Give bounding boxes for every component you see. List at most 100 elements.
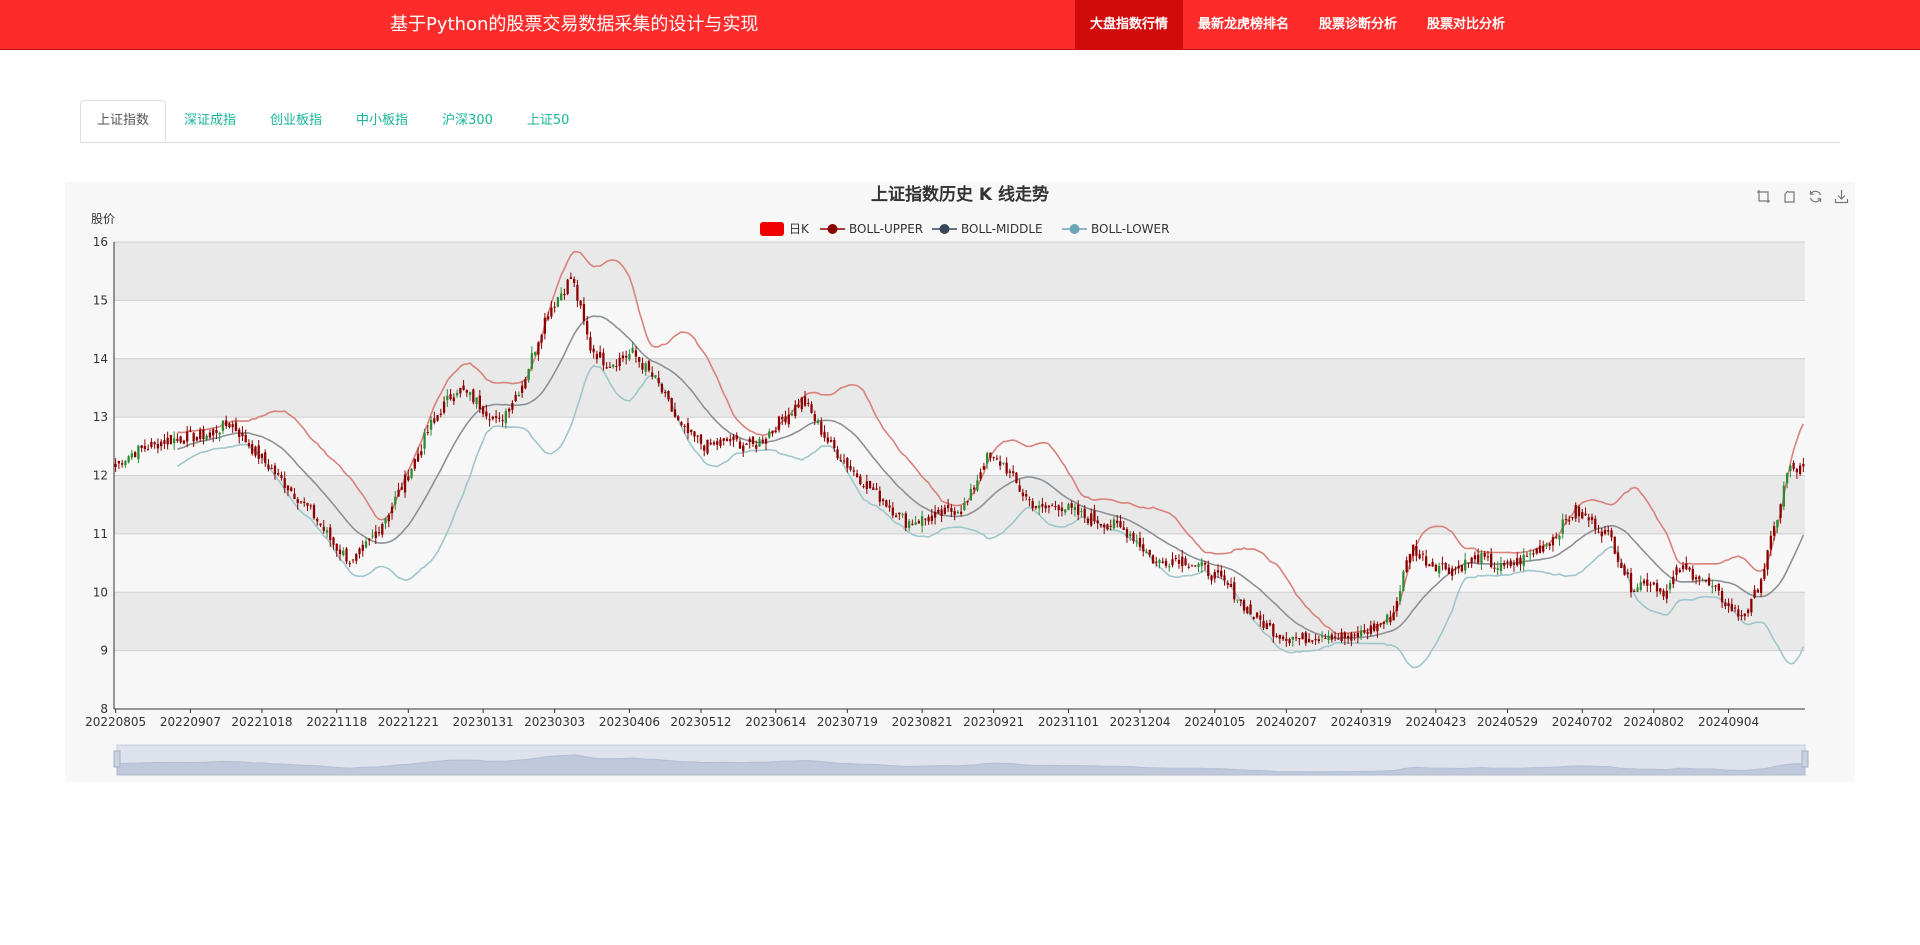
candle-body — [885, 500, 888, 507]
candle-body — [377, 532, 381, 534]
candle-body — [1483, 552, 1486, 557]
candle-body — [459, 387, 462, 394]
split-area-band — [114, 650, 1805, 709]
candle-body — [1642, 580, 1646, 584]
candle-body — [283, 478, 286, 488]
candle-body — [1486, 556, 1490, 558]
nav-item-market-index[interactable]: 大盘指数行情 — [1075, 0, 1184, 50]
candle-body — [195, 436, 199, 441]
candle-body — [1168, 566, 1171, 568]
candle-body — [914, 522, 917, 525]
candle-body — [348, 563, 351, 565]
y-tick-label: 14 — [93, 352, 108, 366]
candle-body — [800, 397, 803, 410]
candle-body — [520, 385, 524, 393]
candle-body — [1395, 601, 1399, 611]
candle-body — [956, 511, 960, 514]
tab-sse50[interactable]: 上证50 — [511, 100, 586, 141]
candle-body — [966, 501, 969, 503]
candle-body — [735, 435, 738, 440]
tab-csi300[interactable]: 沪深300 — [426, 100, 509, 141]
candle-body — [1750, 598, 1753, 613]
candle-body — [114, 463, 117, 467]
candle-body — [989, 452, 992, 459]
candle-body — [491, 416, 494, 419]
candle-body — [1184, 558, 1187, 566]
chart-toolbox — [1755, 188, 1849, 204]
restore-icon[interactable] — [1807, 188, 1823, 204]
candle-body — [1155, 561, 1158, 563]
candle-body — [1756, 589, 1759, 593]
candle-body — [205, 435, 208, 440]
candle-body — [553, 306, 556, 308]
candle-body — [673, 409, 677, 417]
candle-body — [959, 511, 963, 514]
candle-body — [1717, 584, 1720, 591]
tab-sme-index[interactable]: 中小板指 — [340, 100, 424, 141]
candle-body — [979, 472, 982, 479]
candle-body — [1451, 568, 1454, 576]
x-tick-label: 20221018 — [231, 715, 292, 729]
candle-body — [1379, 623, 1382, 625]
candle-body — [846, 458, 849, 468]
candle-body — [238, 429, 241, 438]
candle-body — [1054, 506, 1057, 508]
candle-body — [810, 404, 813, 413]
candle-body — [644, 363, 647, 372]
candle-body — [1031, 501, 1034, 509]
split-area-band — [114, 417, 1805, 476]
x-tick-label: 20230821 — [892, 715, 953, 729]
candle-body — [524, 379, 527, 389]
candle-body — [937, 509, 940, 514]
nav-item-stock-comparison[interactable]: 股票对比分析 — [1412, 0, 1520, 50]
tab-shenzhen-component[interactable]: 深证成指 — [168, 100, 252, 141]
save-image-icon[interactable] — [1833, 188, 1849, 204]
candle-body — [1135, 540, 1138, 542]
candle-body — [1668, 582, 1672, 590]
candle-body — [475, 397, 478, 405]
candle-body — [946, 505, 950, 509]
nav-item-dragon-tiger-ranking[interactable]: 最新龙虎榜排名 — [1183, 0, 1304, 50]
candle-body — [1616, 552, 1620, 562]
candle-body — [1802, 463, 1805, 467]
candle-body — [1434, 564, 1438, 572]
candle-body — [982, 466, 986, 470]
candle-body — [179, 436, 182, 443]
candle-body — [576, 284, 579, 301]
candle-body — [1662, 590, 1665, 597]
candle-body — [1174, 557, 1177, 559]
zoom-icon[interactable] — [1755, 188, 1771, 204]
candle-body — [153, 442, 156, 445]
candle-body — [1564, 519, 1568, 521]
candle-body — [182, 440, 186, 444]
tab-chinext-index[interactable]: 创业板指 — [254, 100, 338, 141]
candle-body — [888, 505, 891, 508]
main-nav: 大盘指数行情 最新龙虎榜排名 股票诊断分析 股票对比分析 — [1075, 0, 1520, 50]
candle-body — [1597, 531, 1600, 533]
candle-body — [299, 501, 303, 503]
x-tick-label: 20221221 — [378, 715, 439, 729]
candle-body — [1538, 545, 1542, 553]
candle-body — [1457, 565, 1460, 569]
x-tick-label: 20240423 — [1405, 715, 1466, 729]
tab-shanghai-index[interactable]: 上证指数 — [80, 100, 167, 142]
candle-body — [820, 421, 823, 435]
candle-body — [1064, 509, 1067, 513]
candle-body — [1473, 555, 1477, 560]
candle-body — [335, 543, 338, 551]
candle-body — [953, 510, 956, 515]
candle-body — [160, 441, 163, 447]
candle-body — [309, 505, 312, 507]
nav-item-stock-diagnosis[interactable]: 股票诊断分析 — [1304, 0, 1412, 50]
legend-label: BOLL-UPPER — [849, 222, 923, 236]
candle-body — [1519, 557, 1522, 565]
zoom-reset-icon[interactable] — [1781, 188, 1797, 204]
candle-body — [400, 487, 403, 490]
y-tick-label: 15 — [93, 293, 108, 307]
candle-body — [586, 320, 589, 335]
candle-body — [1090, 513, 1093, 526]
candle-body — [1763, 569, 1766, 579]
candle-body — [742, 445, 745, 452]
candle-body — [1327, 635, 1330, 641]
candle-body — [1346, 636, 1350, 639]
